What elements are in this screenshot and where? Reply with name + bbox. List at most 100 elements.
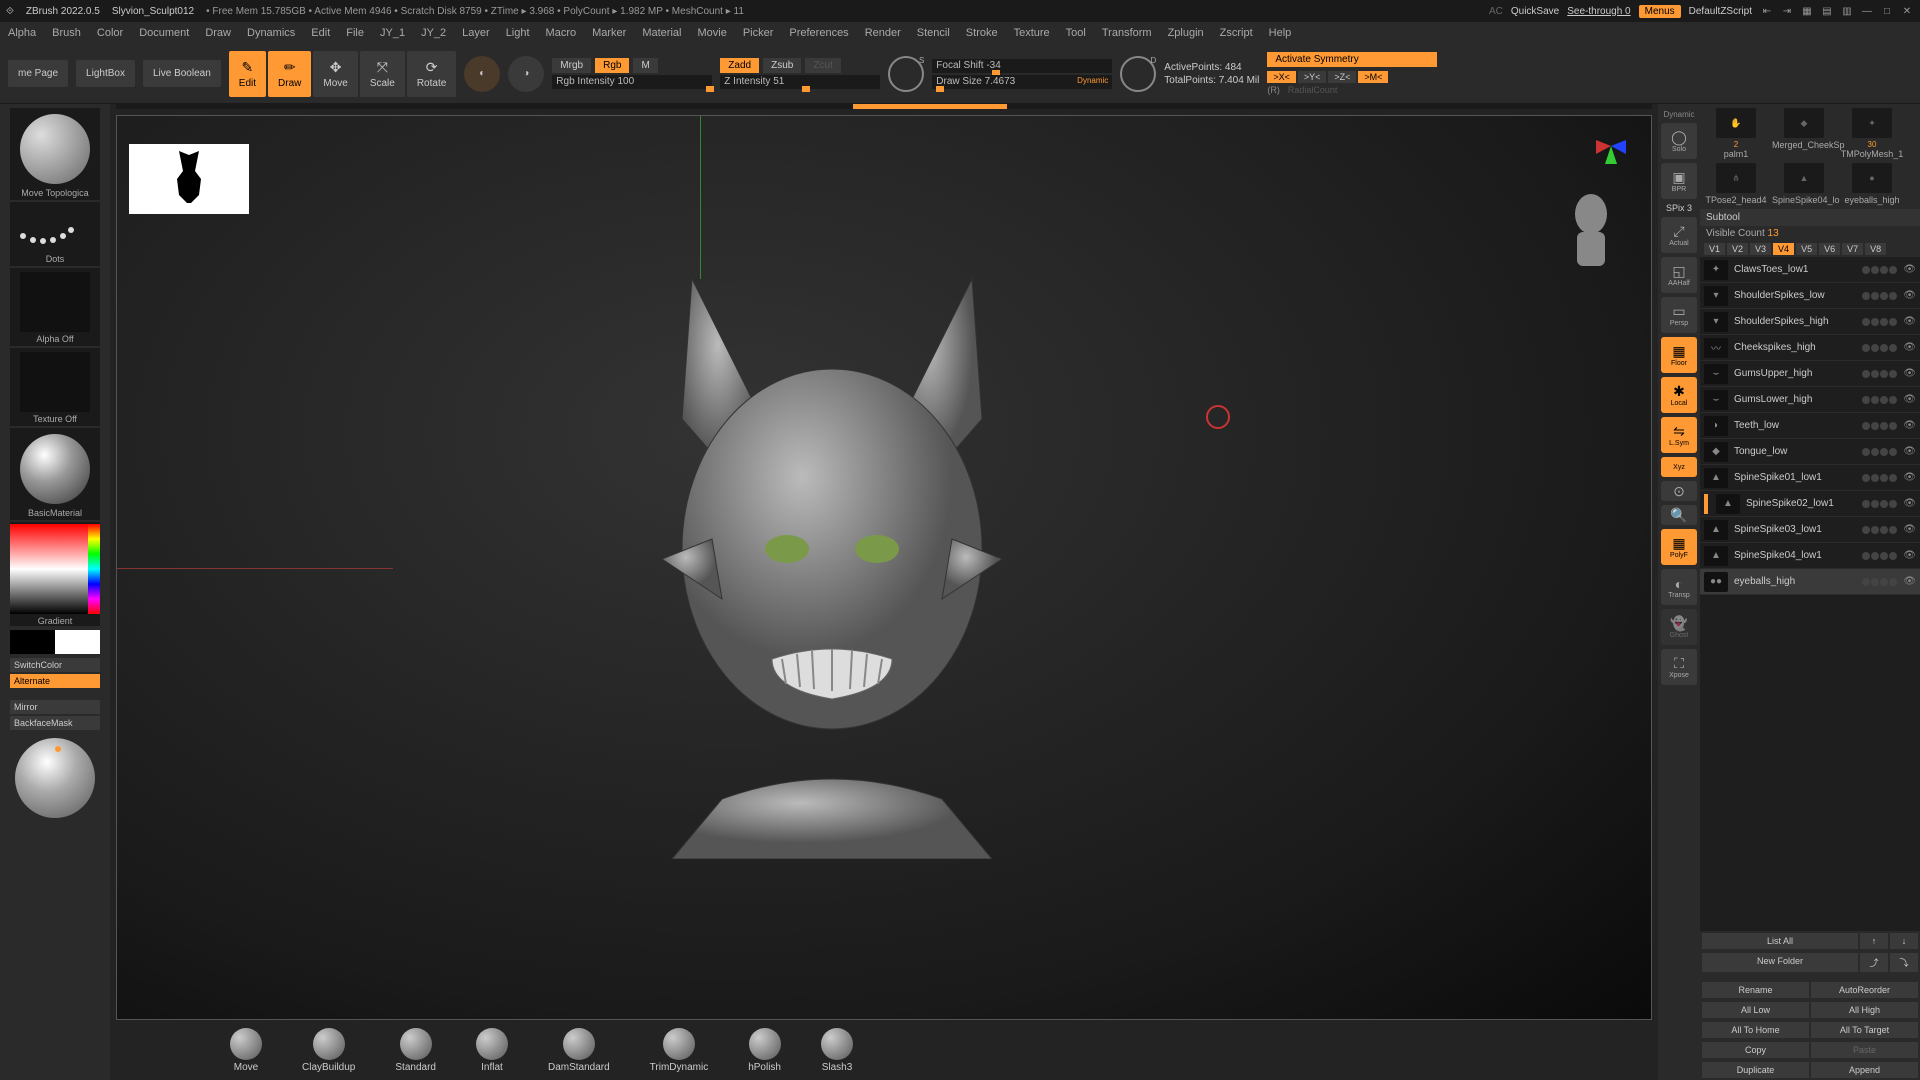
move-down-button[interactable]: ↓ <box>1890 933 1918 949</box>
alpha-selector[interactable]: Alpha Off <box>10 268 100 346</box>
visibility-set-v2[interactable]: V2 <box>1727 243 1748 255</box>
rotate-mode-button[interactable]: ⟳Rotate <box>407 51 456 97</box>
all-high-button[interactable]: All High <box>1811 1002 1918 1018</box>
menu-zscript[interactable]: Zscript <box>1220 27 1253 39</box>
move-mode-button[interactable]: ✥Move <box>313 51 357 97</box>
silhouette-thumbnail[interactable] <box>129 144 249 214</box>
spix-value[interactable]: SPix 3 <box>1666 203 1692 213</box>
menu-file[interactable]: File <box>346 27 364 39</box>
subtool-toggles[interactable] <box>1862 448 1897 456</box>
menu-dynamics[interactable]: Dynamics <box>247 27 295 39</box>
paste-button[interactable]: Paste <box>1811 1042 1918 1058</box>
seethrough-slider[interactable]: See-through 0 <box>1567 6 1630 17</box>
subtool-row[interactable]: 〰Cheekspikes_high👁 <box>1700 335 1920 361</box>
tool-thumb[interactable]: ◆Merged_CheekSp <box>1772 108 1836 159</box>
subtool-header[interactable]: Subtool <box>1700 209 1920 226</box>
subtool-row[interactable]: ◗Teeth_low👁 <box>1700 413 1920 439</box>
quicksave-button[interactable]: QuickSave <box>1511 6 1559 17</box>
xyz-button[interactable]: Xyz <box>1661 457 1697 477</box>
brush-move[interactable]: Move <box>230 1028 262 1073</box>
menu-brush[interactable]: Brush <box>52 27 81 39</box>
menu-jy_2[interactable]: JY_2 <box>421 27 446 39</box>
subtool-row[interactable]: ⌣GumsUpper_high👁 <box>1700 361 1920 387</box>
list-all-button[interactable]: List All <box>1702 933 1858 949</box>
arrow-up-icon[interactable]: ⤴ <box>1860 953 1888 972</box>
menu-color[interactable]: Color <box>97 27 123 39</box>
transp-button[interactable]: ◐Transp <box>1661 569 1697 605</box>
alternate-button[interactable]: Alternate <box>10 674 100 688</box>
menu-tool[interactable]: Tool <box>1066 27 1086 39</box>
rename-button[interactable]: Rename <box>1702 982 1809 998</box>
subtool-row[interactable]: ▲SpineSpike04_low1👁 <box>1700 543 1920 569</box>
subtool-list[interactable]: ✦ClawsToes_low1👁▾ShoulderSpikes_low👁▾Sho… <box>1700 257 1920 931</box>
m-button[interactable]: M <box>633 58 657 73</box>
draw-size-slider[interactable]: Draw Size 7.4673 Dynamic <box>932 75 1112 89</box>
activate-symmetry-button[interactable]: Activate Symmetry <box>1267 52 1437 67</box>
subtool-row[interactable]: ✦ClawsToes_low1👁 <box>1700 257 1920 283</box>
zoom-button[interactable]: 🔍 <box>1661 505 1697 525</box>
brush-depth-icon[interactable]: D <box>1120 56 1156 92</box>
visibility-eye-icon[interactable]: 👁 <box>1903 446 1916 457</box>
local-button[interactable]: ✱Local <box>1661 377 1697 413</box>
subtool-toggles[interactable] <box>1862 396 1897 404</box>
subtool-row[interactable]: ●●eyeballs_high👁 <box>1700 569 1920 595</box>
maximize-icon[interactable]: □ <box>1880 4 1894 18</box>
menu-help[interactable]: Help <box>1269 27 1292 39</box>
brush-claybuildup[interactable]: ClayBuildup <box>302 1028 355 1073</box>
minimize-icon[interactable]: — <box>1860 4 1874 18</box>
lightbox-button[interactable]: LightBox <box>76 60 135 87</box>
layout-icon[interactable]: ▥ <box>1840 4 1854 18</box>
tool-thumb[interactable]: ●eyeballs_high <box>1840 163 1904 205</box>
menu-stencil[interactable]: Stencil <box>917 27 950 39</box>
symmetry-m-button[interactable]: >M< <box>1358 71 1388 83</box>
visibility-eye-icon[interactable]: 👁 <box>1903 420 1916 431</box>
visibility-set-v3[interactable]: V3 <box>1750 243 1771 255</box>
subtool-row[interactable]: ▾ShoulderSpikes_high👁 <box>1700 309 1920 335</box>
menu-document[interactable]: Document <box>139 27 189 39</box>
color-picker[interactable]: Gradient <box>10 522 100 626</box>
visibility-eye-icon[interactable]: 👁 <box>1903 342 1916 353</box>
subtool-row[interactable]: ⌣GumsLower_high👁 <box>1700 387 1920 413</box>
rgb-intensity-slider[interactable]: Rgb Intensity 100 <box>552 75 712 89</box>
frame-button[interactable]: ⊙ <box>1661 481 1697 501</box>
menu-zplugin[interactable]: Zplugin <box>1168 27 1204 39</box>
polyf-button[interactable]: ▦PolyF <box>1661 529 1697 565</box>
live-boolean-button[interactable]: Live Boolean <box>143 60 221 87</box>
zcut-button[interactable]: Zcut <box>805 58 840 73</box>
brush-trimdynamic[interactable]: TrimDynamic <box>650 1028 709 1073</box>
new-folder-button[interactable]: New Folder <box>1702 953 1858 972</box>
menu-transform[interactable]: Transform <box>1102 27 1152 39</box>
visibility-eye-icon[interactable]: 👁 <box>1903 316 1916 327</box>
rgb-button[interactable]: Rgb <box>595 58 629 73</box>
menu-preferences[interactable]: Preferences <box>789 27 848 39</box>
subtool-row[interactable]: ◆Tongue_low👁 <box>1700 439 1920 465</box>
subtool-toggles[interactable] <box>1862 552 1897 560</box>
autoreorder-button[interactable]: AutoReorder <box>1811 982 1918 998</box>
home-page-button[interactable]: me Page <box>8 60 68 87</box>
mrgb-button[interactable]: Mrgb <box>552 58 591 73</box>
default-zscript[interactable]: DefaultZScript <box>1689 6 1752 17</box>
layout-icon[interactable]: ⇤ <box>1760 4 1774 18</box>
subtool-toggles[interactable] <box>1862 266 1897 274</box>
symmetry-x-button[interactable]: >X< <box>1267 71 1296 83</box>
subtool-toggles[interactable] <box>1862 370 1897 378</box>
tool-thumb[interactable]: ✦30TMPolyMesh_1 <box>1840 108 1904 159</box>
visibility-eye-icon[interactable]: 👁 <box>1903 290 1916 301</box>
material-selector[interactable]: BasicMaterial <box>10 428 100 520</box>
symmetry-y-button[interactable]: >Y< <box>1298 71 1327 83</box>
menu-picker[interactable]: Picker <box>743 27 774 39</box>
light-direction-widget[interactable] <box>15 738 95 818</box>
menu-light[interactable]: Light <box>506 27 530 39</box>
brush-size-icon[interactable]: S <box>888 56 924 92</box>
switch-color-button[interactable]: SwitchColor <box>10 658 100 672</box>
sculptris-icon[interactable]: ◐ <box>464 56 500 92</box>
visibility-eye-icon[interactable]: 👁 <box>1903 394 1916 405</box>
subtool-toggles[interactable] <box>1862 578 1897 586</box>
copy-button[interactable]: Copy <box>1702 1042 1809 1058</box>
brush-inflat[interactable]: Inflat <box>476 1028 508 1073</box>
menu-marker[interactable]: Marker <box>592 27 626 39</box>
subtool-toggles[interactable] <box>1862 422 1897 430</box>
menus-toggle[interactable]: Menus <box>1639 5 1681 18</box>
lsym-button[interactable]: ⇋L.Sym <box>1661 417 1697 453</box>
visibility-set-v6[interactable]: V6 <box>1819 243 1840 255</box>
